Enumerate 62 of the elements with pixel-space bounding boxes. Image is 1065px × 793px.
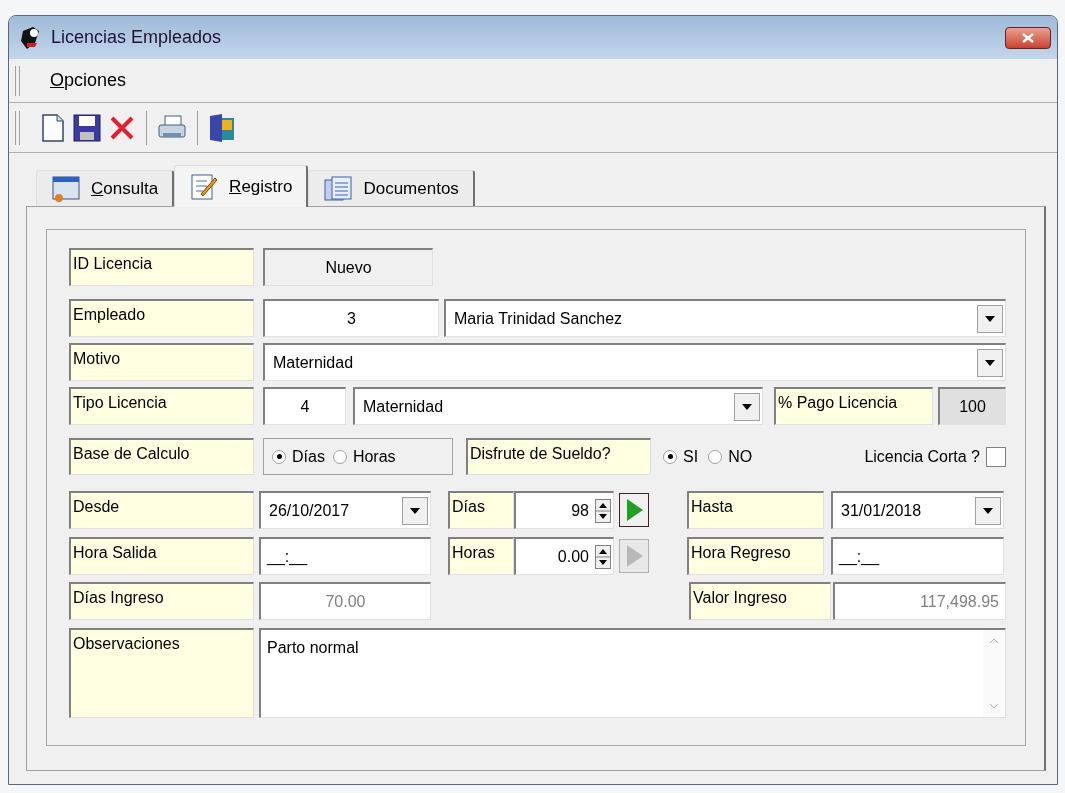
checkbox-label: Licencia Corta ? [864,446,980,467]
tab[interactable]: Registro [174,165,309,207]
radio-button[interactable] [332,449,347,464]
radio-label: Días [292,446,325,467]
dropdown[interactable]: Maternidad [353,387,763,425]
text-field[interactable]: Nuevo [263,248,433,286]
checkbox[interactable] [986,446,1006,467]
caret-icon [985,359,995,366]
field-label: Motivo [69,343,254,381]
radio-button[interactable] [272,449,286,464]
text-field[interactable]: 117,498.95 [833,582,1006,620]
field-label: % Pago Licencia [774,387,933,425]
text-field[interactable]: 3 [263,299,439,337]
close-icon [1022,32,1034,43]
text-field[interactable]: __:__ [259,537,431,575]
text-field[interactable]: 70.00 [259,582,431,620]
new-document-icon[interactable] [40,112,66,143]
caret-icon [983,507,993,514]
field-label: Base de Calculo [69,438,254,475]
window-icon [51,173,81,204]
field-label: Valor Ingreso [689,582,831,620]
dropdown[interactable]: Maria Trinidad Sanchez [444,299,1006,337]
field-label: Días [448,491,514,529]
field-label: Disfrute de Sueldo? [466,438,651,475]
text-field[interactable]: __:__ [831,537,1004,575]
radio-button[interactable] [663,449,677,464]
caret-icon [985,315,995,322]
number-field[interactable]: 98 [514,491,614,529]
text-area[interactable]: Parto normal [259,628,1006,718]
tab[interactable]: Consulta [36,170,175,206]
field-label: Tipo Licencia [69,387,254,425]
field-label: Días Ingreso [69,582,254,620]
radio-label: Horas [352,446,396,467]
window-title: Licencias Empleados [51,26,223,49]
field-label: Desde [69,491,254,529]
field-label: Hasta [687,491,824,529]
field-label: Empleado [69,299,254,337]
documents-icon [323,173,354,204]
dropdown[interactable]: 26/10/2017 [259,491,431,529]
caret-icon [410,507,420,514]
play-button[interactable] [619,493,649,527]
radio-button[interactable] [708,449,723,464]
text-field[interactable]: 100 [938,387,1006,425]
tab[interactable]: Documentos [308,170,475,206]
field-label: Observaciones [69,628,254,718]
save-icon[interactable] [72,112,102,143]
edit-icon [189,171,220,202]
menu-item[interactable]: Opciones [46,67,131,94]
spinner-icon[interactable] [595,498,611,523]
close-button[interactable] [1005,26,1051,49]
field-label: Hora Salida [69,537,254,575]
dropdown[interactable]: 31/01/2018 [831,491,1004,529]
field-label: Hora Regreso [687,537,824,575]
text-field[interactable]: 4 [263,387,346,425]
caret-icon [742,403,752,410]
spinner-icon[interactable] [595,544,611,569]
dropdown[interactable]: Maternidad [263,343,1006,381]
radio-label: SI [683,446,699,467]
radio-label: NO [728,446,753,467]
field-label: ID Licencia [69,248,254,286]
field-label: Horas [448,537,514,575]
exit-door-icon[interactable] [208,111,236,144]
